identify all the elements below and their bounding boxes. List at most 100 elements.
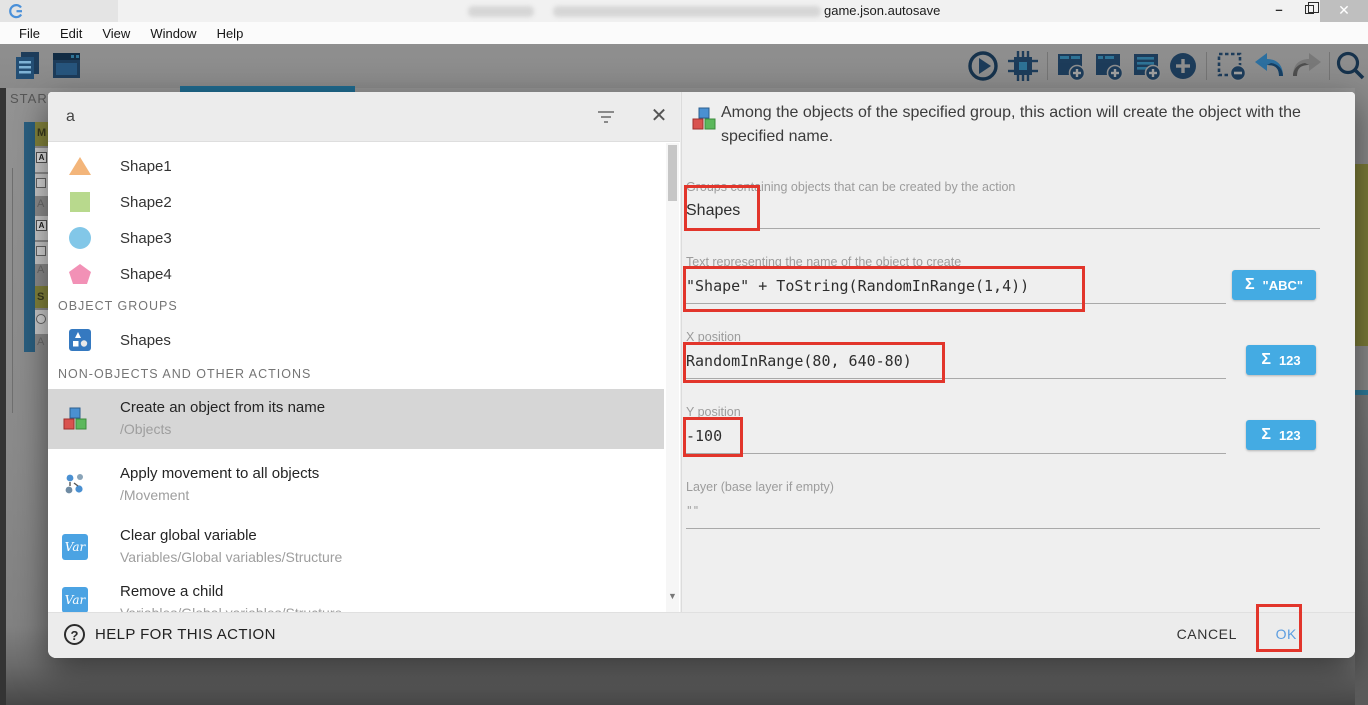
action-editor-dialog: ✕ Shape1 Shape2 Shape3 (48, 92, 1355, 658)
expression-editor-button-123[interactable]: Σ 123 (1246, 345, 1316, 375)
background-event-header: S (35, 286, 48, 308)
annotation-box-group (684, 185, 760, 231)
search-icon[interactable] (1334, 49, 1368, 83)
toolbar-separator (1329, 52, 1330, 80)
sigma-icon: Σ (1245, 276, 1255, 294)
action-path: /Movement (120, 487, 189, 503)
menu-edit[interactable]: Edit (50, 26, 92, 41)
background-circle-glyph (36, 314, 46, 324)
expression-editor-button-123[interactable]: Σ 123 (1246, 420, 1316, 450)
toolbar-separator (1206, 52, 1207, 80)
app-window: game.json.autosave – ✕ File Edit View Wi… (0, 0, 1368, 705)
parameters-panel: Among the objects of the specified group… (681, 92, 1355, 612)
field-label-layer: Layer (base layer if empty) (686, 480, 834, 494)
action-description: Among the objects of the specified group… (721, 101, 1321, 149)
action-title: Apply movement to all objects (120, 465, 319, 482)
close-window-button[interactable]: ✕ (1320, 0, 1368, 22)
object-group-icon (68, 328, 92, 352)
list-item-shape3[interactable]: Shape3 (48, 221, 664, 257)
add-comment-icon[interactable] (1130, 49, 1164, 83)
events-list-icon[interactable] (10, 49, 44, 83)
action-item-create-object[interactable]: Create an object from its name /Objects (48, 389, 664, 449)
background-event-tree-line (12, 168, 13, 413)
variable-icon: Var (62, 534, 88, 560)
expression-editor-button-abc[interactable]: Σ "ABC" (1232, 270, 1316, 300)
scrollbar-thumb[interactable] (668, 145, 677, 201)
background-events-sheet: M A A A A S A (6, 112, 48, 412)
background-condition-box (36, 246, 46, 256)
background-a-fragment: A (37, 264, 44, 276)
add-other-icon[interactable] (1166, 49, 1200, 83)
field-value-layer[interactable]: "" (686, 504, 699, 517)
menu-help[interactable]: Help (207, 26, 254, 41)
background-a-fragment: A (37, 198, 44, 210)
object-name: Shape4 (120, 266, 172, 283)
background-a-fragment: A (37, 336, 44, 348)
expression-button-label: 123 (1279, 428, 1301, 443)
action-path: Variables/Global variables/Structure (120, 549, 342, 565)
movement-icon (62, 472, 88, 498)
list-item-shape4[interactable]: Shape4 (48, 257, 664, 293)
filter-icon[interactable] (596, 107, 616, 127)
background-action-a-box: A (36, 220, 47, 231)
background-comment-row-fragment (1355, 164, 1368, 346)
add-event-icon[interactable] (1054, 49, 1088, 83)
background-event-header: M (35, 122, 48, 146)
undo-icon[interactable] (1252, 49, 1286, 83)
search-input[interactable] (66, 104, 566, 130)
annotation-box-y-position (683, 417, 743, 457)
title-bar: game.json.autosave – ✕ (0, 0, 1368, 22)
menu-file[interactable]: File (9, 26, 50, 41)
field-underline (686, 528, 1320, 529)
menu-view[interactable]: View (92, 26, 140, 41)
menu-bar: File Edit View Window Help (0, 22, 1368, 44)
menu-window[interactable]: Window (140, 26, 206, 41)
sigma-icon: Σ (1261, 426, 1271, 444)
list-item-shape2[interactable]: Shape2 (48, 185, 664, 221)
pink-pentagon-icon (68, 262, 92, 286)
redo-icon[interactable] (1290, 49, 1324, 83)
background-condition-box (36, 178, 46, 188)
list-item-shapes-group[interactable]: Shapes (48, 323, 664, 359)
variable-icon: Var (62, 587, 88, 612)
group-name: Shapes (120, 332, 171, 349)
background-action-a-box: A (36, 152, 47, 163)
play-icon[interactable] (966, 49, 1000, 83)
help-label: HELP FOR THIS ACTION (95, 626, 276, 643)
redacted-title-segment (553, 6, 821, 17)
debug-icon[interactable] (1006, 49, 1040, 83)
orange-triangle-icon (68, 154, 92, 178)
action-item-remove-a-child[interactable]: Var Remove a child Variables/Global vari… (48, 573, 664, 612)
cubes-icon (62, 406, 88, 432)
cancel-button[interactable]: CANCEL (1177, 626, 1237, 642)
list-item-shape1[interactable]: Shape1 (48, 149, 664, 185)
object-name: Shape2 (120, 194, 172, 211)
remove-selection-icon[interactable] (1214, 49, 1248, 83)
minimize-button[interactable]: – (1262, 0, 1296, 22)
help-button[interactable]: ? HELP FOR THIS ACTION (64, 624, 276, 645)
results-list: Shape1 Shape2 Shape3 Shape4 (48, 143, 680, 612)
window-title: game.json.autosave (824, 3, 940, 18)
action-item-apply-movement[interactable]: Apply movement to all objects /Movement (48, 455, 664, 515)
restore-icon (1305, 5, 1314, 14)
action-item-clear-global-variable[interactable]: Var Clear global variable Variables/Glob… (48, 517, 664, 577)
background-lower-fragment (1355, 395, 1368, 705)
close-dialog-icon[interactable]: ✕ (646, 103, 672, 129)
field-underline (686, 228, 1320, 229)
scrollbar-down-arrow[interactable]: ▼ (667, 591, 678, 601)
scene-window-icon[interactable] (50, 49, 84, 83)
section-header-non-objects: NON-OBJECTS AND OTHER ACTIONS (58, 367, 311, 381)
expression-button-label: 123 (1279, 353, 1301, 368)
add-sub-event-icon[interactable] (1092, 49, 1126, 83)
list-scrollbar[interactable]: ▼ (666, 143, 679, 612)
search-bar: ✕ (48, 92, 680, 142)
action-title: Clear global variable (120, 527, 257, 544)
annotation-box-object-name (683, 266, 1085, 312)
background-event-bar (24, 122, 35, 352)
action-path: Variables/Global variables/Structure (120, 605, 342, 612)
sigma-icon: Σ (1261, 351, 1271, 369)
gdevelop-logo-icon (8, 3, 24, 19)
cubes-icon (691, 106, 717, 132)
instruction-list-panel: ✕ Shape1 Shape2 Shape3 (48, 92, 680, 612)
question-mark-icon: ? (64, 624, 85, 645)
